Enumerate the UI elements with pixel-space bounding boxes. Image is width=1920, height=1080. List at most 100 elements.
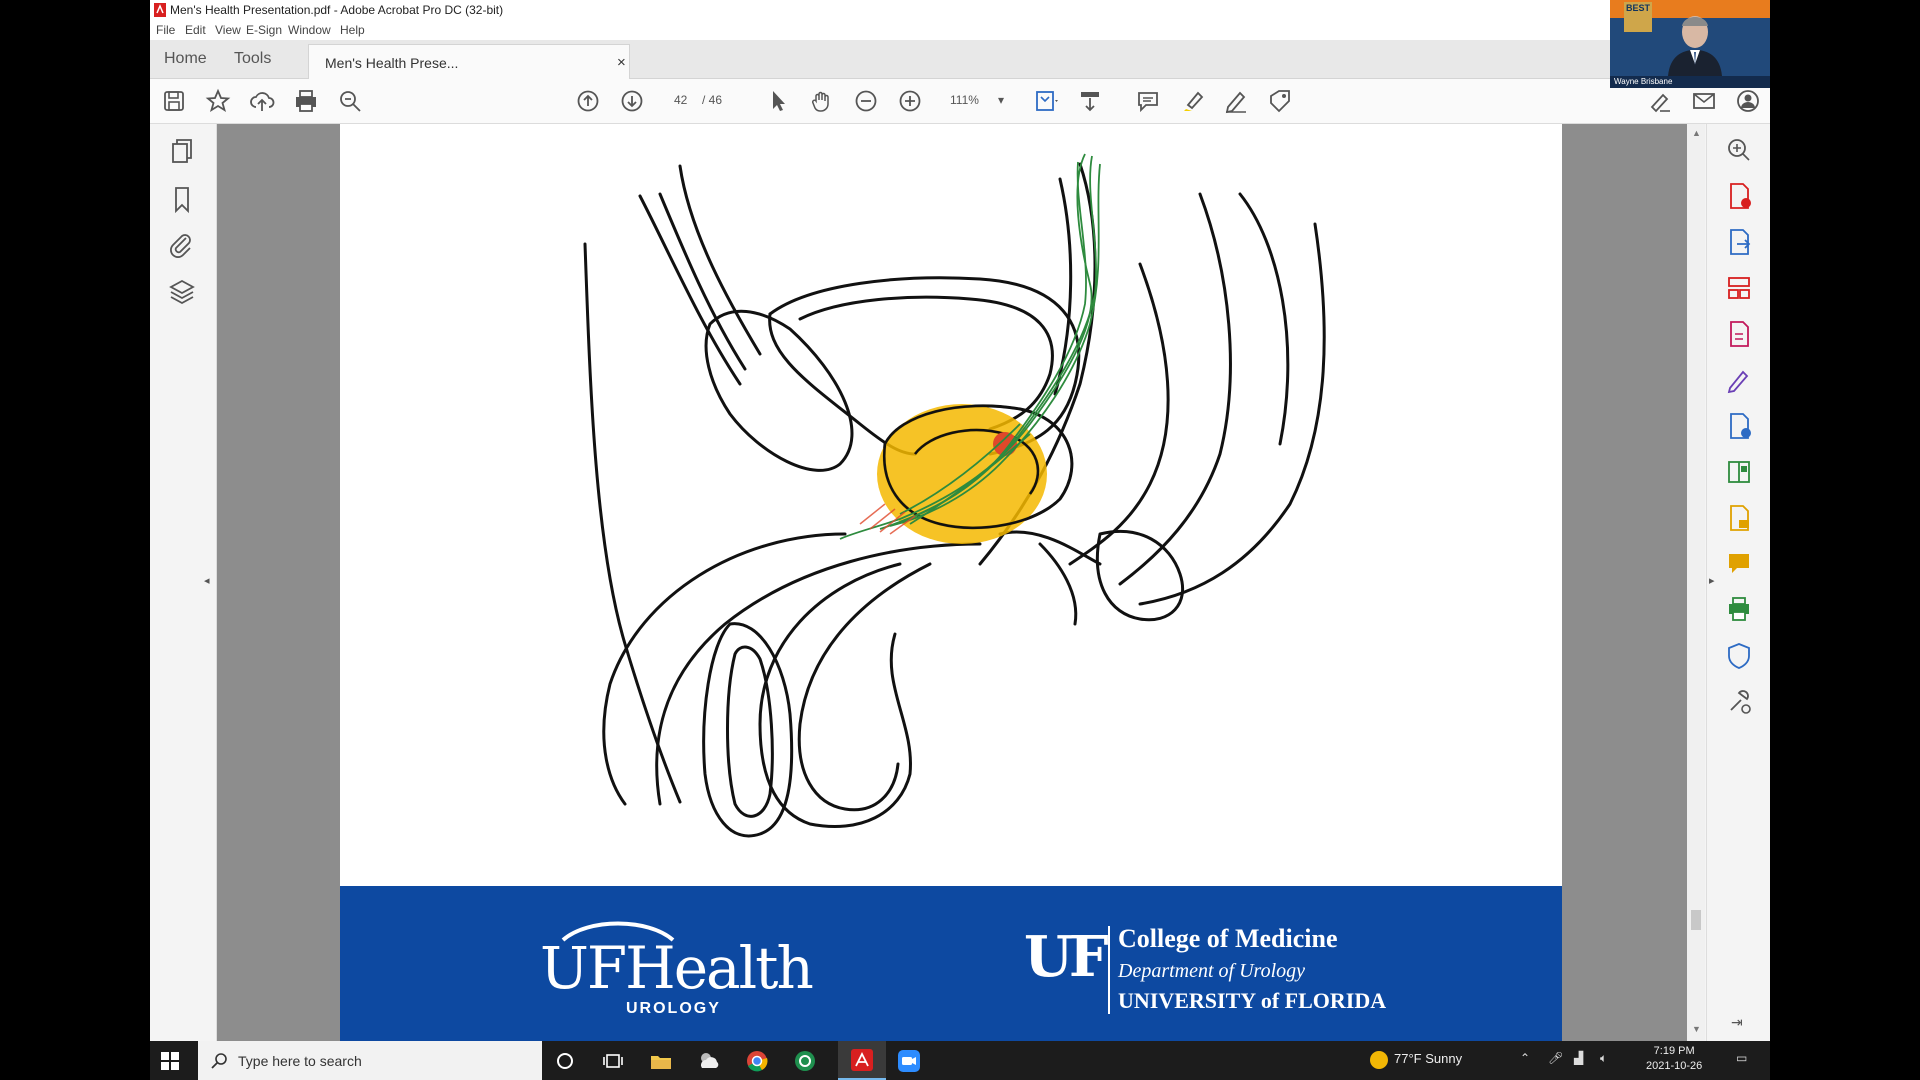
menu-file[interactable]: File — [156, 23, 175, 37]
next-page-icon[interactable] — [618, 87, 646, 115]
page-fit-icon[interactable] — [1032, 87, 1060, 115]
scroll-mode-icon[interactable] — [1076, 87, 1104, 115]
pdf-page: UFHealth UROLOGY UF College of Medicine … — [340, 124, 1562, 1041]
zoom-out-icon[interactable] — [852, 87, 880, 115]
comment-tool-icon[interactable] — [1721, 546, 1757, 582]
task-view-icon[interactable] — [600, 1048, 626, 1074]
volume-icon[interactable]: 🔈︎ — [1600, 1051, 1607, 1066]
page-total: / 46 — [702, 93, 723, 107]
select-pointer-icon[interactable] — [764, 87, 792, 115]
page-thumbnails-icon[interactable] — [162, 134, 202, 174]
desktop-screen: Men's Health Presentation.pdf - Adobe Ac… — [150, 0, 1770, 1080]
clock-time: 7:19 PM — [1653, 1045, 1695, 1057]
fill-sign-icon[interactable] — [1646, 87, 1674, 115]
university-of-florida: UNIVERSITY of FLORIDA — [1118, 988, 1387, 1013]
organize-pages-icon[interactable] — [1721, 270, 1757, 306]
tab-document[interactable]: Men's Health Prese... × — [308, 44, 630, 79]
search-zoom-icon[interactable] — [1721, 132, 1757, 168]
network-icon[interactable]: ▟ — [1574, 1051, 1583, 1065]
acrobat-icon — [154, 3, 166, 17]
ufhealth-logo-text: UFHealth — [540, 934, 814, 1002]
cloud-upload-icon[interactable] — [248, 87, 276, 115]
edit-pdf-icon[interactable] — [1721, 316, 1757, 352]
college-of-medicine: College of Medicine — [1118, 924, 1338, 953]
save-icon[interactable] — [160, 87, 188, 115]
menu-view[interactable]: View — [215, 23, 241, 37]
webcam-overlay: BEST Wayne Brisbane — [1610, 0, 1770, 88]
collapse-left-pane-icon[interactable]: ◂ — [204, 574, 210, 587]
page-number-input[interactable]: 42 — [674, 93, 687, 107]
weather-sun-icon — [1370, 1051, 1388, 1069]
menu-edit[interactable]: Edit — [185, 23, 206, 37]
clock-date: 2021-10-26 — [1646, 1060, 1703, 1072]
tab-tools[interactable]: Tools — [234, 50, 271, 68]
windows-start-icon[interactable] — [160, 1051, 180, 1071]
compare-files-icon[interactable] — [1721, 454, 1757, 490]
microphone-icon[interactable]: 🎤︎ — [1548, 1051, 1563, 1065]
document-viewer[interactable]: UFHealth UROLOGY UF College of Medicine … — [217, 124, 1687, 1041]
close-tab-icon[interactable]: × — [617, 54, 626, 71]
send-for-review-icon[interactable] — [1721, 408, 1757, 444]
chrome-icon[interactable] — [744, 1048, 770, 1074]
file-explorer-icon[interactable] — [648, 1048, 674, 1074]
urology-label: UROLOGY — [626, 1000, 721, 1017]
system-clock[interactable]: 7:19 PM 2021-10-26 — [1646, 1044, 1702, 1074]
anatomy-drawing — [583, 153, 1326, 838]
banner-divider — [1108, 926, 1110, 1014]
zoom-app-icon[interactable] — [896, 1048, 922, 1074]
export-pdf-icon[interactable] — [1721, 224, 1757, 260]
windows-taskbar: Type here to search 77°F Sunny ⌃ 🎤︎ ▟ 🔈︎… — [150, 1041, 1770, 1080]
hand-tool-icon[interactable] — [808, 87, 836, 115]
tab-home[interactable]: Home — [164, 50, 207, 68]
acrobat-taskbar-button[interactable] — [838, 1041, 886, 1080]
bookmarks-icon[interactable] — [162, 180, 202, 220]
search-placeholder: Type here to search — [238, 1053, 362, 1069]
vertical-scrollbar[interactable]: ▲ ▼ — [1687, 124, 1705, 1041]
scroll-down-icon[interactable]: ▼ — [1692, 1024, 1701, 1034]
menu-help[interactable]: Help — [340, 23, 365, 37]
previous-page-icon[interactable] — [574, 87, 602, 115]
bookmark-star-icon[interactable] — [204, 87, 232, 115]
tag-share-icon[interactable] — [1266, 87, 1294, 115]
more-tools-icon[interactable] — [1721, 684, 1757, 720]
presenter-name: Wayne Brisbane — [1610, 76, 1770, 88]
menu-esign[interactable]: E-Sign — [246, 23, 282, 37]
account-icon[interactable] — [1734, 87, 1762, 115]
scrollbar-thumb[interactable] — [1691, 910, 1701, 930]
footer-banner: UFHealth UROLOGY UF College of Medicine … — [340, 886, 1562, 1041]
zoom-level-select[interactable]: 111% — [950, 93, 979, 107]
green-app-icon[interactable] — [792, 1048, 818, 1074]
share-file-icon[interactable] — [1721, 500, 1757, 536]
toolbar: 42 / 46 111% ▾ — [150, 79, 1770, 124]
notifications-icon[interactable]: ▭ — [1736, 1051, 1747, 1065]
zoom-in-icon[interactable] — [896, 87, 924, 115]
zoom-out-search-icon[interactable] — [336, 87, 364, 115]
expand-panel-icon[interactable]: ⇥ — [1731, 1014, 1743, 1031]
collapse-right-pane-icon[interactable]: ▸ — [1709, 574, 1715, 587]
best-badge: BEST — [1624, 2, 1652, 32]
chevron-down-icon[interactable]: ▾ — [998, 93, 1004, 107]
layers-icon[interactable] — [162, 272, 202, 312]
print-icon[interactable] — [292, 87, 320, 115]
left-navigation-pane: ◂ — [150, 124, 217, 1041]
uf-logo-text: UF — [1024, 924, 1109, 990]
cortana-icon[interactable] — [552, 1048, 578, 1074]
weather-text[interactable]: 77°F Sunny — [1394, 1051, 1462, 1066]
print-production-icon[interactable] — [1721, 592, 1757, 628]
sign-pen-icon[interactable] — [1222, 87, 1250, 115]
highlighter-icon[interactable] — [1178, 87, 1206, 115]
comment-icon[interactable] — [1134, 87, 1162, 115]
protect-shield-icon[interactable] — [1721, 638, 1757, 674]
taskbar-search-box[interactable]: Type here to search — [198, 1041, 542, 1080]
create-pdf-icon[interactable] — [1721, 178, 1757, 214]
email-icon[interactable] — [1690, 87, 1718, 115]
tab-bar: Home Tools Men's Health Prese... × — [150, 40, 1610, 79]
window-title: Men's Health Presentation.pdf - Adobe Ac… — [170, 3, 504, 17]
menu-window[interactable]: Window — [288, 23, 331, 37]
fill-and-sign-icon[interactable] — [1721, 362, 1757, 398]
acrobat-taskbar-icon — [851, 1049, 873, 1071]
attachments-icon[interactable] — [162, 226, 202, 266]
weather-app-icon[interactable] — [696, 1048, 722, 1074]
scroll-up-icon[interactable]: ▲ — [1692, 128, 1701, 138]
chevron-up-icon[interactable]: ⌃ — [1520, 1051, 1530, 1065]
